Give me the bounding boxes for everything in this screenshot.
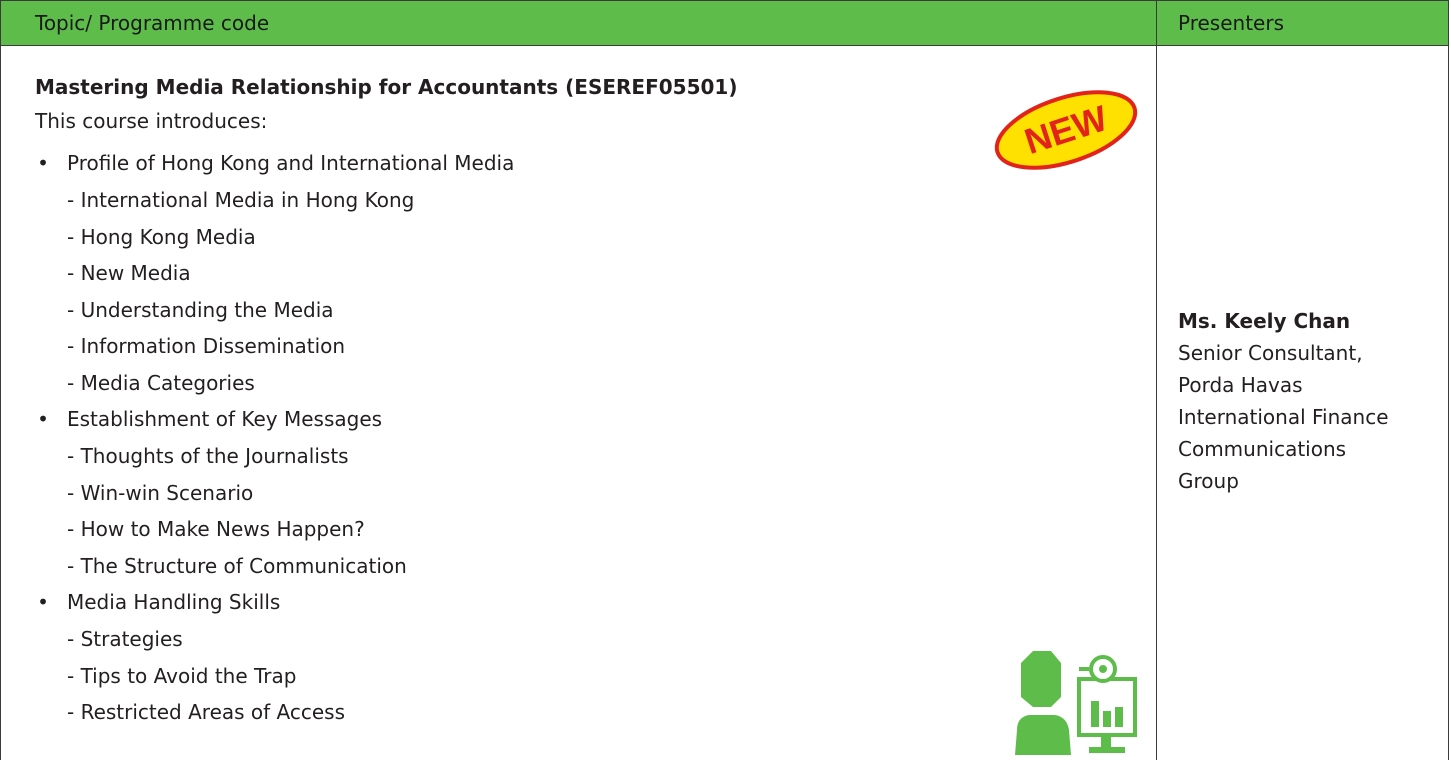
presenter-title-line: Porda Havas	[1178, 373, 1303, 397]
subtopic-item: - Strategies	[67, 627, 183, 651]
presenter-title-line: International Finance	[1178, 405, 1389, 429]
column-divider	[1156, 45, 1157, 760]
subtopic-item: - Thoughts of the Journalists	[67, 444, 349, 468]
presenter-info: Ms. Keely Chan Senior Consultant, Porda …	[1178, 305, 1389, 497]
new-badge-icon: NEW	[994, 90, 1138, 170]
subtopic-list: - International Media in Hong Kong - Hon…	[35, 182, 514, 401]
course-outline: • Profile of Hong Kong and International…	[35, 145, 514, 731]
presenter-title-line: Group	[1178, 469, 1239, 493]
course-table: Topic/ Programme code Presenters Masteri…	[0, 0, 1451, 760]
course-intro: This course introduces:	[35, 109, 268, 133]
outline-topic: • Profile of Hong Kong and International…	[35, 145, 514, 401]
subtopic-item: - New Media	[67, 261, 191, 285]
presenter-title-line: Senior Consultant,	[1178, 341, 1363, 365]
topic-label: Media Handling Skills	[67, 590, 281, 614]
bullet-icon: •	[37, 590, 49, 614]
subtopic-list: - Strategies - Tips to Avoid the Trap - …	[35, 621, 514, 731]
subtopic-item: - Understanding the Media	[67, 297, 334, 322]
topic-label: Profile of Hong Kong and International M…	[67, 151, 515, 175]
column-divider	[1156, 1, 1157, 45]
presenter-monitor-icon	[1015, 651, 1137, 755]
course-title: Mastering Media Relationship for Account…	[35, 75, 738, 99]
subtopic-item: - Restricted Areas of Access	[67, 700, 346, 724]
table-header: Topic/ Programme code Presenters	[0, 0, 1449, 46]
bullet-icon: •	[37, 151, 49, 175]
table-body-row: Mastering Media Relationship for Account…	[0, 45, 1449, 760]
presenter-name: Ms. Keely Chan	[1178, 309, 1351, 333]
subtopic-item: - Win-win Scenario	[67, 480, 254, 505]
subtopic-item: - Media Categories	[67, 370, 255, 395]
subtopic-item: - The Structure of Communication	[67, 553, 407, 578]
subtopic-item: - Information Dissemination	[67, 334, 346, 358]
subtopic-item: - Tips to Avoid the Trap	[67, 663, 297, 688]
subtopic-item: - International Media in Hong Kong	[67, 188, 415, 212]
presenter-title-line: Communications	[1178, 437, 1347, 461]
outline-topic: • Media Handling Skills - Strategies - T…	[35, 584, 514, 731]
topic-column-header: Topic/ Programme code	[35, 11, 270, 35]
bullet-icon: •	[37, 407, 49, 431]
presenters-column-header: Presenters	[1178, 11, 1284, 35]
subtopic-item: - Hong Kong Media	[67, 224, 256, 249]
subtopic-list: - Thoughts of the Journalists - Win-win …	[35, 438, 514, 584]
subtopic-item: - How to Make News Happen?	[67, 517, 365, 541]
outline-topic: • Establishment of Key Messages - Though…	[35, 401, 514, 584]
topic-label: Establishment of Key Messages	[67, 407, 383, 431]
